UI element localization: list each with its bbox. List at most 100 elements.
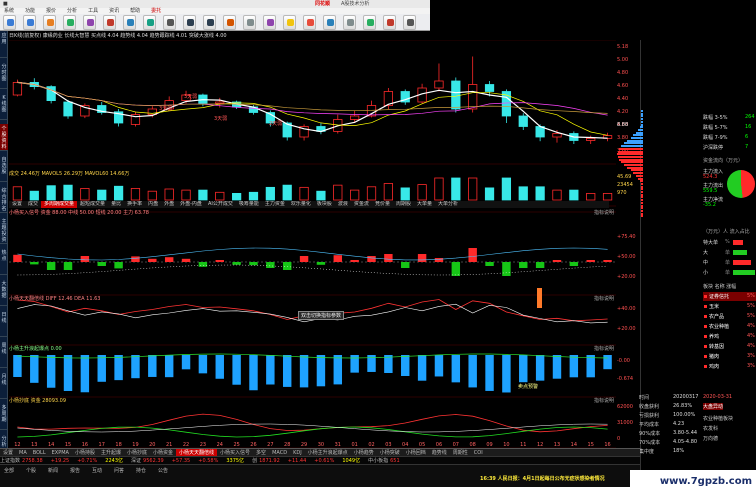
indicator-3-help[interactable]: 指标说明: [594, 346, 614, 353]
toolbar-button-chart[interactable]: [103, 15, 116, 30]
left-tab-4[interactable]: 自选股: [0, 155, 8, 182]
volume-tab-18[interactable]: 大单量: [414, 201, 435, 208]
sector-row[interactable]: 农产品 5%: [703, 312, 756, 321]
sector-row[interactable]: 证券信托 5%: [703, 292, 756, 301]
title-bar: ■ 同花顺 A股技术分析: [0, 0, 430, 8]
toolbar-button-zoom-out[interactable]: [203, 15, 216, 30]
toolbar-button-kline[interactable]: [123, 15, 136, 30]
indicator-4-help[interactable]: 指标说明: [594, 398, 614, 405]
toolbar-button-star[interactable]: [283, 15, 296, 30]
volume-bar: [113, 185, 124, 201]
toolbar-button-list[interactable]: [143, 15, 156, 30]
toolbar-button-draw[interactable]: [363, 15, 376, 30]
volume-tab-16[interactable]: 竞价量: [372, 201, 393, 208]
volume-tab-15[interactable]: 资金流: [351, 201, 372, 208]
volume-tab-1[interactable]: 成交: [25, 201, 41, 208]
indicator-1-bar: [114, 262, 123, 269]
toolbar-button-alert[interactable]: [303, 15, 316, 30]
left-tab-10[interactable]: 周线: [0, 341, 8, 368]
candle-chart: 3天弱 3天弱 2天弱 3天弱: [12, 56, 613, 144]
chip-bar: [641, 196, 643, 199]
toolbar-button-calc[interactable]: [263, 15, 276, 30]
indicator-1-header: 小杨买入信号 资金 88.00 中线 50.00 短线 20.00 主力 63.…: [9, 210, 149, 216]
left-tab-9[interactable]: 日线: [0, 310, 8, 337]
volume-tab-12[interactable]: 欢乐量化: [288, 201, 314, 208]
news-link-5[interactable]: 问答: [114, 467, 124, 474]
left-tab-0[interactable]: 应用: [0, 31, 8, 58]
indicator-4-header: 小杨抄底 资金 28093.09: [9, 398, 67, 404]
price-scale-label: 4.40: [617, 96, 629, 102]
toolbar-button-settings[interactable]: [343, 15, 356, 30]
volume-tab-0[interactable]: 设置: [9, 201, 25, 208]
news-link-1[interactable]: 个股: [26, 467, 36, 474]
sector-row[interactable]: 养鸡 4%: [703, 332, 756, 341]
news-link-3[interactable]: 报告: [70, 467, 80, 474]
volume-tab-9[interactable]: AI公开成交: [205, 201, 236, 208]
toolbar-button-table[interactable]: [323, 15, 336, 30]
volume-tab-8[interactable]: 外盘-内盘: [177, 201, 205, 208]
volume-tab-19[interactable]: 大单分析: [435, 201, 461, 208]
chip-bar: [636, 174, 643, 177]
left-tab-11[interactable]: 月线: [0, 372, 8, 399]
sector-value: 5%: [747, 293, 755, 299]
news-link-4[interactable]: 互动: [92, 467, 102, 474]
chip-bar: [617, 153, 643, 156]
sector-row[interactable]: 鸡肉 3%: [703, 362, 756, 371]
sector-value: 4%: [747, 333, 755, 339]
left-tab-12[interactable]: 多周期: [0, 403, 8, 430]
toolbar-button-zoom-in[interactable]: [183, 15, 196, 30]
left-tab-7[interactable]: 热点: [0, 248, 8, 275]
toolbar-button-refresh[interactable]: [63, 15, 76, 30]
volume-tab-14[interactable]: 波浪: [335, 201, 351, 208]
news-link-7[interactable]: 公告: [158, 467, 168, 474]
volume-tab-10[interactable]: 吸筹量能: [236, 201, 262, 208]
kline-annotation: 3天弱: [159, 106, 172, 112]
toolbar-button-home[interactable]: [43, 15, 56, 30]
indicator-1-bar: [46, 262, 56, 270]
news-icon: [227, 19, 234, 26]
volume-tab-2[interactable]: 多周期成交量: [41, 201, 78, 208]
toolbar-button-grid[interactable]: [83, 15, 96, 30]
kline-annotation: 2天弱: [269, 121, 282, 127]
toolbar-button-news[interactable]: [223, 15, 236, 30]
sector-row[interactable]: 玉米 5%: [703, 302, 756, 311]
home-icon: [47, 19, 54, 26]
news-link-2[interactable]: 新闻: [48, 467, 58, 474]
toolbar-button-pen[interactable]: [383, 15, 396, 30]
left-tab-1[interactable]: 分时图: [0, 62, 8, 89]
volume-tab-11[interactable]: 主力资金: [262, 201, 288, 208]
left-tab-2[interactable]: K线图: [0, 93, 8, 120]
toolbar-button-f10[interactable]: [243, 15, 256, 30]
volume-tab-5[interactable]: 换手率: [124, 201, 145, 208]
volume-tab-3[interactable]: 超短成交量: [77, 201, 108, 208]
toolbar-button-search[interactable]: [163, 15, 176, 30]
toolbar-button-back[interactable]: [3, 15, 16, 30]
volume-tab-7[interactable]: 外盘: [161, 201, 177, 208]
fund-title: 资金流向（万元）: [703, 158, 744, 164]
news-ticker[interactable]: 16:39 人民日报：4月1日起每日公布无症状感染者情况: [480, 475, 640, 483]
volume-tab-4[interactable]: 量比: [108, 201, 124, 208]
indicator-3-bar: [30, 355, 39, 383]
sector-row[interactable]: 转基因 4%: [703, 342, 756, 351]
volume-tab-6[interactable]: 内盘: [145, 201, 161, 208]
sector-row[interactable]: 猪肉 3%: [703, 352, 756, 361]
forward-icon: [27, 19, 34, 26]
indicator-2-help[interactable]: 指标说明: [594, 296, 614, 303]
chip-bar: [633, 172, 643, 175]
sector-row[interactable]: 农业种植 4%: [703, 322, 756, 331]
news-link-0[interactable]: 全部: [4, 467, 14, 474]
indicator-1-help[interactable]: 指标说明: [594, 210, 614, 217]
toolbar-button-print[interactable]: [403, 15, 416, 30]
indicator-4-lines: [17, 413, 608, 438]
indicator-3-bar: [63, 355, 73, 391]
left-tab-5[interactable]: 综合排名: [0, 186, 8, 213]
volume-tab-17[interactable]: 周期股: [393, 201, 414, 208]
left-sidebar: 应用 分时图 K线图 个股资料 自选股 综合排名 主题投资 热点 大数据 日线 周线 月线 多周期 分析: [0, 31, 8, 473]
left-tab-8[interactable]: 大数据: [0, 279, 8, 306]
toolbar-button-forward[interactable]: [23, 15, 36, 30]
indicator-1-bar: [552, 260, 562, 262]
volume-tab-13[interactable]: 板块股: [314, 201, 335, 208]
news-link-6[interactable]: 持仓: [136, 467, 146, 474]
left-tab-6[interactable]: 主题投资: [0, 217, 8, 244]
left-tab-3[interactable]: 个股资料: [0, 124, 8, 151]
